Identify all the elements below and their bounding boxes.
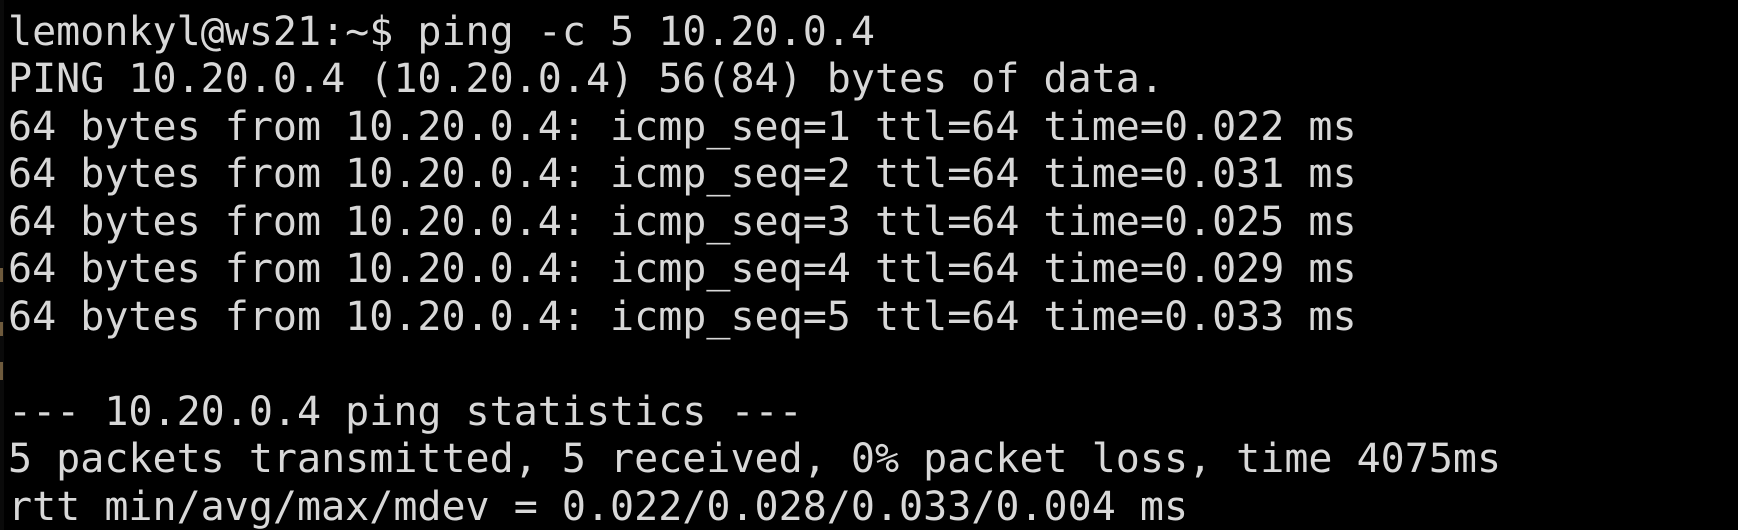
output-line: 64 bytes from 10.20.0.4: icmp_seq=1 ttl=… (8, 104, 1357, 150)
terminal-window[interactable]: lemonkyl@ws21:~$ ping -c 5 10.20.0.4 PIN… (0, 0, 1738, 530)
command-prompt-line: lemonkyl@ws21:~$ ping -c 5 10.20.0.4 (8, 9, 875, 55)
statistics-summary-line: 5 packets transmitted, 5 received, 0% pa… (8, 436, 1502, 482)
terminal-left-edge (0, 0, 4, 530)
rtt-statistics-line: rtt min/avg/max/mdev = 0.022/0.028/0.033… (8, 484, 1189, 530)
output-line: PING 10.20.0.4 (10.20.0.4) 56(84) bytes … (8, 56, 1164, 102)
edge-mark (0, 362, 3, 380)
edge-mark (0, 268, 3, 282)
edge-mark (0, 322, 3, 336)
statistics-header-line: --- 10.20.0.4 ping statistics --- (8, 389, 803, 435)
output-line: 64 bytes from 10.20.0.4: icmp_seq=3 ttl=… (8, 199, 1357, 245)
output-line: 64 bytes from 10.20.0.4: icmp_seq=4 ttl=… (8, 246, 1357, 292)
output-line: 64 bytes from 10.20.0.4: icmp_seq=2 ttl=… (8, 151, 1357, 197)
output-line: 64 bytes from 10.20.0.4: icmp_seq=5 ttl=… (8, 294, 1357, 340)
